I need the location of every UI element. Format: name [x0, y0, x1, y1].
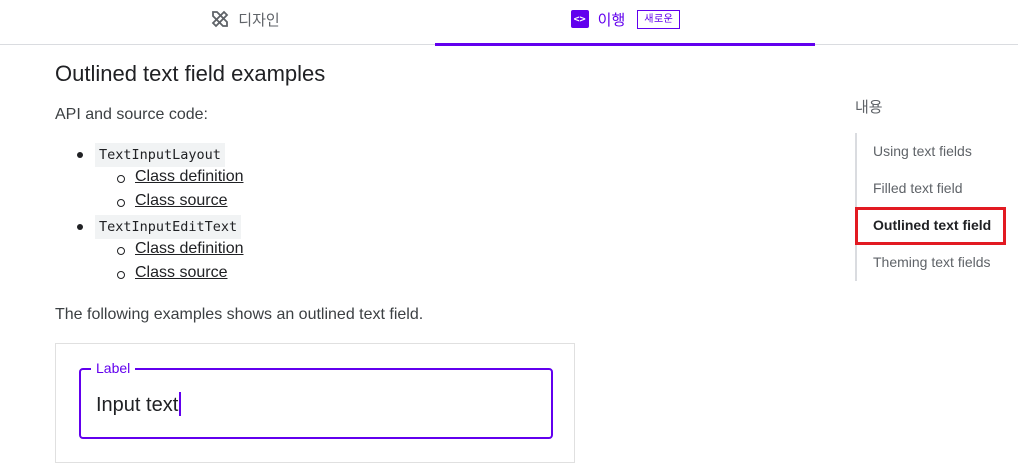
class-definition-link[interactable]: Class definition: [135, 168, 244, 186]
page-title: Outlined text field examples: [55, 61, 326, 86]
list-item: TextInputLayout: [55, 143, 655, 167]
table-of-contents: 내용 Using text fields Filled text field O…: [855, 96, 1015, 281]
new-badge: 새로운: [637, 10, 681, 29]
circle-bullet-icon: [117, 271, 125, 279]
design-tools-icon: [210, 9, 230, 29]
tab-design[interactable]: 디자인: [55, 0, 435, 45]
list-item: Class definition: [55, 167, 655, 191]
list-item: Class source: [55, 191, 655, 215]
class-source-link[interactable]: Class source: [135, 264, 227, 282]
bullet-icon: [77, 152, 83, 158]
circle-bullet-icon: [117, 175, 125, 183]
tab-bar: 디자인 <> 이행 새로운: [0, 0, 1018, 46]
field-value-text: Input text: [96, 394, 179, 416]
toc-item-theming-text-fields[interactable]: Theming text fields: [857, 244, 1015, 281]
field-input[interactable]: Input text: [96, 391, 182, 417]
list-item: TextInputEditText: [55, 215, 655, 239]
code-icon: <>: [570, 9, 590, 29]
code-class-name: TextInputLayout: [95, 143, 225, 167]
circle-bullet-icon: [117, 199, 125, 207]
outlined-text-field[interactable]: Label Input text: [79, 360, 553, 439]
toc-list: Using text fields Filled text field Outl…: [855, 133, 1015, 281]
toc-item-outlined-text-field[interactable]: Outlined text field: [855, 207, 1015, 244]
class-definition-link[interactable]: Class definition: [135, 240, 244, 258]
example-preview: Label Input text: [55, 343, 575, 463]
toc-item-using-text-fields[interactable]: Using text fields: [857, 133, 1015, 170]
code-class-name: TextInputEditText: [95, 215, 242, 239]
list-item: Class definition: [55, 239, 655, 263]
text-caret: [179, 391, 182, 416]
example-description: The following examples shows an outlined…: [55, 306, 424, 323]
bullet-icon: [77, 224, 83, 230]
api-list: TextInputLayout Class definition Class s…: [55, 143, 655, 287]
field-label: Label: [91, 360, 136, 376]
toc-title: 내용: [855, 99, 883, 116]
list-item: Class source: [55, 263, 655, 287]
api-intro: API and source code:: [55, 106, 208, 123]
circle-bullet-icon: [117, 247, 125, 255]
tab-implementation-label: 이행: [597, 12, 626, 29]
toc-item-filled-text-field[interactable]: Filled text field: [857, 170, 1015, 207]
tab-implementation[interactable]: <> 이행 새로운: [435, 0, 815, 46]
tab-design-label: 디자인: [238, 12, 280, 29]
class-source-link[interactable]: Class source: [135, 192, 227, 210]
active-tab-indicator: [435, 43, 815, 46]
